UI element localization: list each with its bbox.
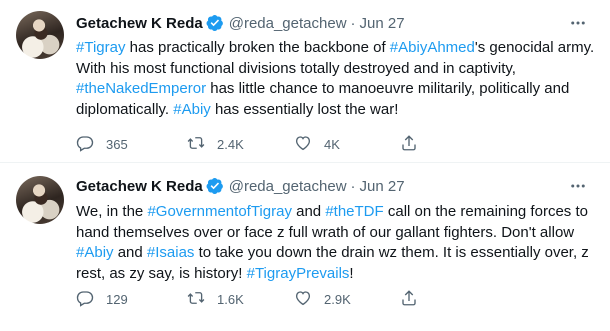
separator-dot: ·: [350, 177, 356, 195]
verified-badge-icon: [206, 14, 224, 32]
avatar[interactable]: [16, 176, 64, 224]
reply-button[interactable]: 365: [76, 134, 187, 154]
retweet-button[interactable]: 2.4K: [187, 134, 294, 154]
retweet-icon: [187, 134, 205, 155]
share-icon: [400, 134, 418, 155]
more-horizontal-icon[interactable]: [568, 13, 588, 33]
like-count: 4K: [324, 136, 340, 152]
hashtag-link[interactable]: #theTDF: [325, 203, 383, 220]
hashtag-link[interactable]: #AbiyAhmed: [390, 39, 475, 56]
heart-icon: [294, 289, 312, 310]
hashtag-link[interactable]: #Isaias: [147, 244, 195, 261]
hashtag-link[interactable]: #TigrayPrevails: [247, 265, 350, 282]
share-button[interactable]: [400, 289, 430, 309]
author-name[interactable]: Getachew K Reda: [76, 178, 203, 195]
text-segment: We, in the: [76, 203, 148, 220]
text-segment: and: [113, 244, 147, 261]
separator-dot: ·: [350, 14, 356, 32]
author-handle[interactable]: @reda_getachew: [229, 178, 347, 195]
retweet-count: 1.6K: [217, 291, 244, 307]
text-segment: and: [291, 203, 326, 220]
heart-icon: [294, 134, 312, 155]
hashtag-link[interactable]: #Tigray: [76, 39, 125, 56]
retweet-count: 2.4K: [217, 136, 244, 152]
author-handle[interactable]: @reda_getachew: [229, 15, 347, 32]
reply-count: 129: [106, 291, 128, 307]
tweet-date[interactable]: Jun 27: [360, 15, 405, 32]
tweet[interactable]: Getachew K Reda @reda_getachew · Jun 27 …: [0, 0, 610, 162]
reply-count: 365: [106, 136, 128, 152]
tweet-text: #Tigray has practically broken the backb…: [76, 38, 596, 120]
text-segment: !: [349, 264, 354, 282]
author-name[interactable]: Getachew K Reda: [76, 15, 203, 32]
reply-button[interactable]: 129: [76, 289, 187, 309]
tweet-date[interactable]: Jun 27: [360, 178, 405, 195]
hashtag-link[interactable]: #theNakedEmperor: [76, 80, 206, 97]
tweet-actions: 129 1.6K 2.9K: [76, 289, 430, 309]
reply-icon: [76, 289, 94, 310]
tweet-actions: 365 2.4K 4K: [76, 134, 430, 154]
tweet-text: We, in the #GovernmentofTigray and #theT…: [76, 202, 596, 284]
like-button[interactable]: 4K: [294, 134, 400, 154]
hashtag-link[interactable]: #Abiy: [173, 101, 211, 118]
like-button[interactable]: 2.9K: [294, 289, 400, 309]
retweet-button[interactable]: 1.6K: [187, 289, 294, 309]
reply-icon: [76, 134, 94, 155]
more-horizontal-icon[interactable]: [568, 176, 588, 196]
tweet[interactable]: Getachew K Reda @reda_getachew · Jun 27 …: [0, 162, 610, 331]
share-icon: [400, 289, 418, 310]
hashtag-link[interactable]: #Abiy: [76, 244, 114, 261]
text-segment: has practically broken the backbone of: [125, 39, 390, 56]
share-button[interactable]: [400, 134, 430, 154]
retweet-icon: [187, 289, 205, 310]
tweet-header: Getachew K Reda @reda_getachew · Jun 27: [76, 176, 405, 196]
verified-badge-icon: [206, 177, 224, 195]
text-segment: has essentially lost the war!: [210, 100, 399, 118]
like-count: 2.9K: [324, 291, 351, 307]
tweet-header: Getachew K Reda @reda_getachew · Jun 27: [76, 13, 405, 33]
hashtag-link[interactable]: #GovernmentofTigray: [147, 203, 292, 220]
avatar[interactable]: [16, 11, 64, 59]
